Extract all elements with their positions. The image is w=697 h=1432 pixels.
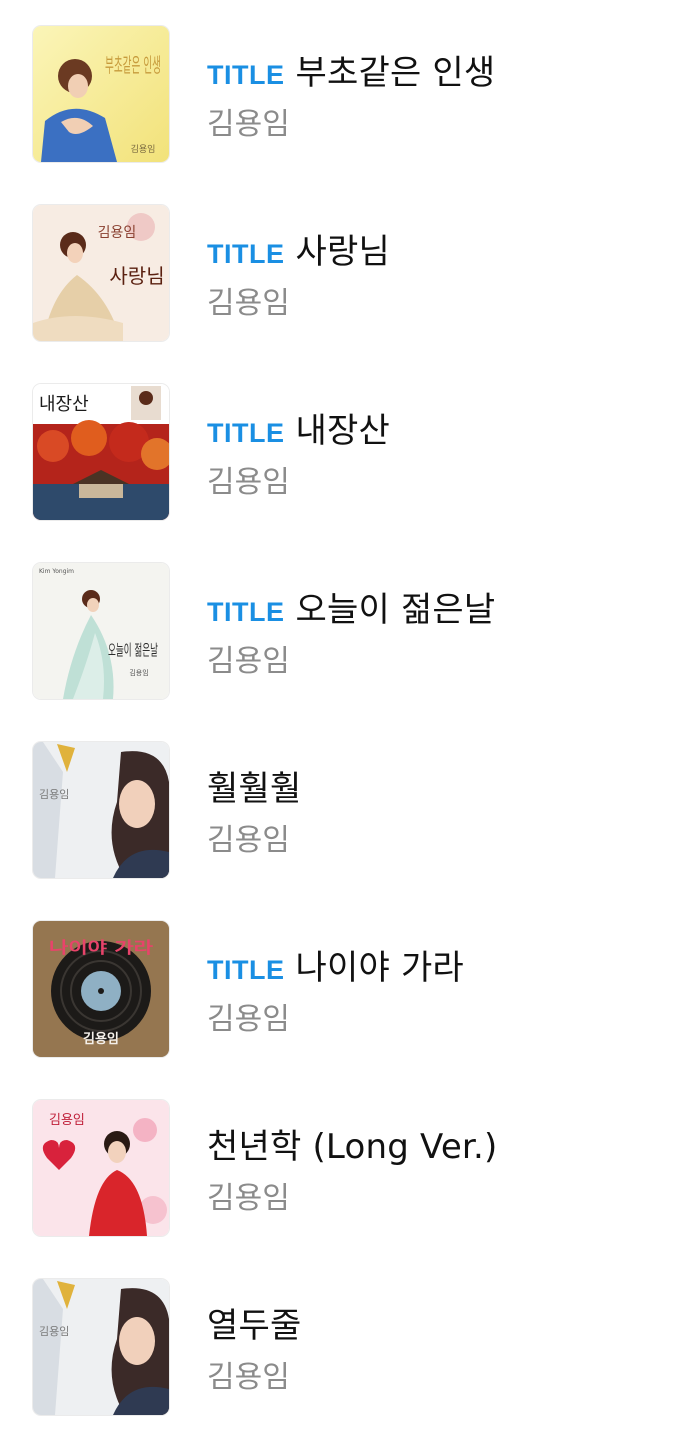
album-cover[interactable]: 나이야 가라 김용임 [33,921,169,1057]
artist-name: 김용임 [207,465,290,500]
album-cover-art: 김용임 [33,1100,169,1236]
cover-text: 부초같은 인생 [105,53,161,77]
album-cover[interactable]: 김용임 사랑님 [33,205,169,341]
album-cover[interactable]: 부초같은 인생 김용임 [33,26,169,162]
song-list: 부초같은 인생 김용임 TITLE 부초같은 인생 김용임 김용임 사랑님 TI… [0,0,697,1432]
title-badge: TITLE [207,60,285,90]
album-cover[interactable]: 김용임 [33,1279,169,1415]
song-row[interactable]: 김용임 사랑님 TITLE 사랑님 김용임 [0,179,697,358]
cover-text: 사랑님 [109,264,164,288]
song-title: 사랑님 [295,232,390,272]
title-badge: TITLE [207,955,285,985]
song-row[interactable]: Kim Yongim 오늘이 젊은날 김용임 TITLE 오늘이 젊은날 김용임 [0,537,697,716]
album-cover[interactable]: Kim Yongim 오늘이 젊은날 김용임 [33,563,169,699]
cover-text: 김용임 [83,1031,119,1047]
song-title: 오늘이 젊은날 [295,590,496,630]
song-text: TITLE 사랑님 김용임 [207,224,677,322]
album-cover[interactable]: 내장산 [33,384,169,520]
song-row[interactable]: 내장산 TITLE 내장산 김용임 [0,358,697,537]
song-title: 열두줄 [207,1306,302,1346]
album-cover-art: 김용임 사랑님 [33,205,169,341]
album-cover-art: 부초같은 인생 김용임 [33,26,169,162]
album-cover-art: 김용임 [33,742,169,878]
song-title: 부초같은 인생 [295,53,496,93]
song-text: TITLE 나이야 가라 김용임 [207,940,677,1038]
album-cover[interactable]: 김용임 [33,742,169,878]
artist-name: 김용임 [207,107,290,142]
song-title: 천년학 (Long Ver.) [207,1127,498,1167]
cover-text: 김용임 [39,788,69,801]
album-cover-art: 내장산 [33,384,169,520]
title-badge: TITLE [207,597,285,627]
song-row[interactable]: 부초같은 인생 김용임 TITLE 부초같은 인생 김용임 [0,0,697,179]
title-badge: TITLE [207,239,285,269]
song-title: 내장산 [295,411,390,451]
cover-text: 김용임 [49,1113,85,1128]
cover-text: Kim Yongim [39,568,74,575]
album-cover-art: 나이야 가라 김용임 [33,921,169,1057]
song-row[interactable]: 나이야 가라 김용임 TITLE 나이야 가라 김용임 [0,895,697,1074]
artist-name: 김용임 [207,644,290,679]
song-text: TITLE 오늘이 젊은날 김용임 [207,582,677,680]
title-badge: TITLE [207,418,285,448]
cover-text: 김용임 [39,1325,69,1338]
artist-name: 김용임 [207,1360,290,1395]
artist-name: 김용임 [207,823,290,858]
cover-text: 김용임 [131,143,156,155]
song-text: 천년학 (Long Ver.) 김용임 [207,1119,677,1217]
cover-text: 오늘이 젊은날 [108,641,158,659]
artist-name: 김용임 [207,1002,290,1037]
song-text: 열두줄 김용임 [207,1298,677,1396]
song-text: TITLE 부초같은 인생 김용임 [207,45,677,143]
album-cover-art: Kim Yongim 오늘이 젊은날 김용임 [33,563,169,699]
artist-name: 김용임 [207,1181,290,1216]
cover-text: 김용임 [129,669,148,677]
artist-name: 김용임 [207,286,290,321]
cover-text: 나이야 가라 [49,938,153,957]
album-cover-art: 김용임 [33,1279,169,1415]
cover-text: 김용임 [98,225,137,241]
song-text: TITLE 내장산 김용임 [207,403,677,501]
song-row[interactable]: 김용임 훨훨훨 김용임 [0,716,697,895]
song-title: 훨훨훨 [207,769,302,809]
song-text: 훨훨훨 김용임 [207,761,677,859]
song-title: 나이야 가라 [295,948,464,988]
cover-text: 내장산 [39,394,89,415]
song-row[interactable]: 김용임 천년학 (Long Ver.) 김용임 [0,1074,697,1253]
song-row[interactable]: 김용임 열두줄 김용임 [0,1253,697,1432]
album-cover[interactable]: 김용임 [33,1100,169,1236]
